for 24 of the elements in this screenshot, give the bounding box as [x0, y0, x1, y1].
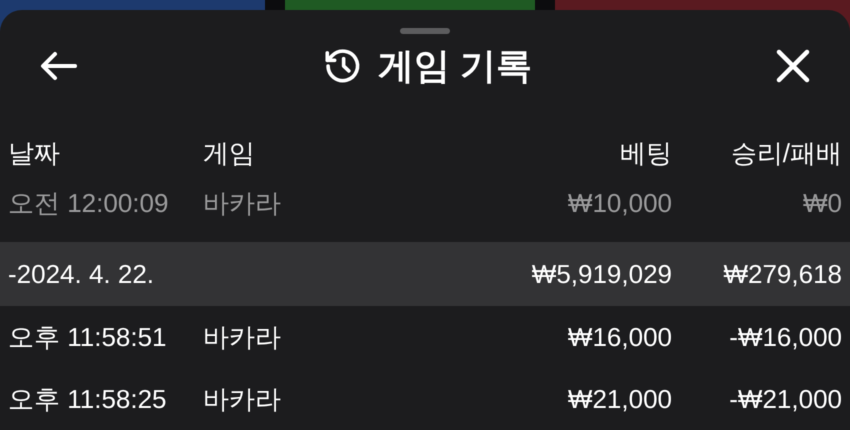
table-cell-text: ₩0: [802, 186, 842, 220]
table-cell-text: ₩16,000: [566, 320, 672, 354]
close-icon[interactable]: [776, 48, 810, 83]
table-cell-text: ₩279,618: [722, 258, 842, 290]
sheet-title: 게임 기록: [378, 44, 532, 88]
table-cell-text: -₩16,000: [728, 320, 842, 354]
table-cell-text: ₩5,919,029: [530, 258, 672, 290]
table-cell-text: ₩21,000: [566, 382, 672, 416]
drag-handle[interactable]: [400, 28, 450, 34]
table-cell-text: -₩21,000: [728, 382, 842, 416]
column-header: 날짜: [8, 137, 61, 170]
table-cell-text: 오후 11:58:25: [8, 382, 168, 416]
table-cell-text: 바카라: [203, 320, 282, 354]
column-header: 게임: [203, 137, 256, 170]
table-cell-text: 바카라: [203, 382, 282, 416]
table-cell-text: 오후 11:58:51: [8, 320, 168, 354]
column-header: 승리/패배: [730, 137, 842, 170]
date-group-row[interactable]: -2024. 4. 22. ₩5,919,029 ₩279,618: [0, 242, 850, 306]
table-cell-text: 오전 12:00:09: [8, 186, 170, 220]
table-cell-text: 바카라: [203, 186, 282, 220]
back-arrow-icon[interactable]: [40, 50, 78, 81]
column-header: 베팅: [619, 137, 672, 170]
table-cell-text: ₩10,000: [566, 186, 672, 220]
table-cell-text: -2024. 4. 22.: [8, 258, 155, 290]
